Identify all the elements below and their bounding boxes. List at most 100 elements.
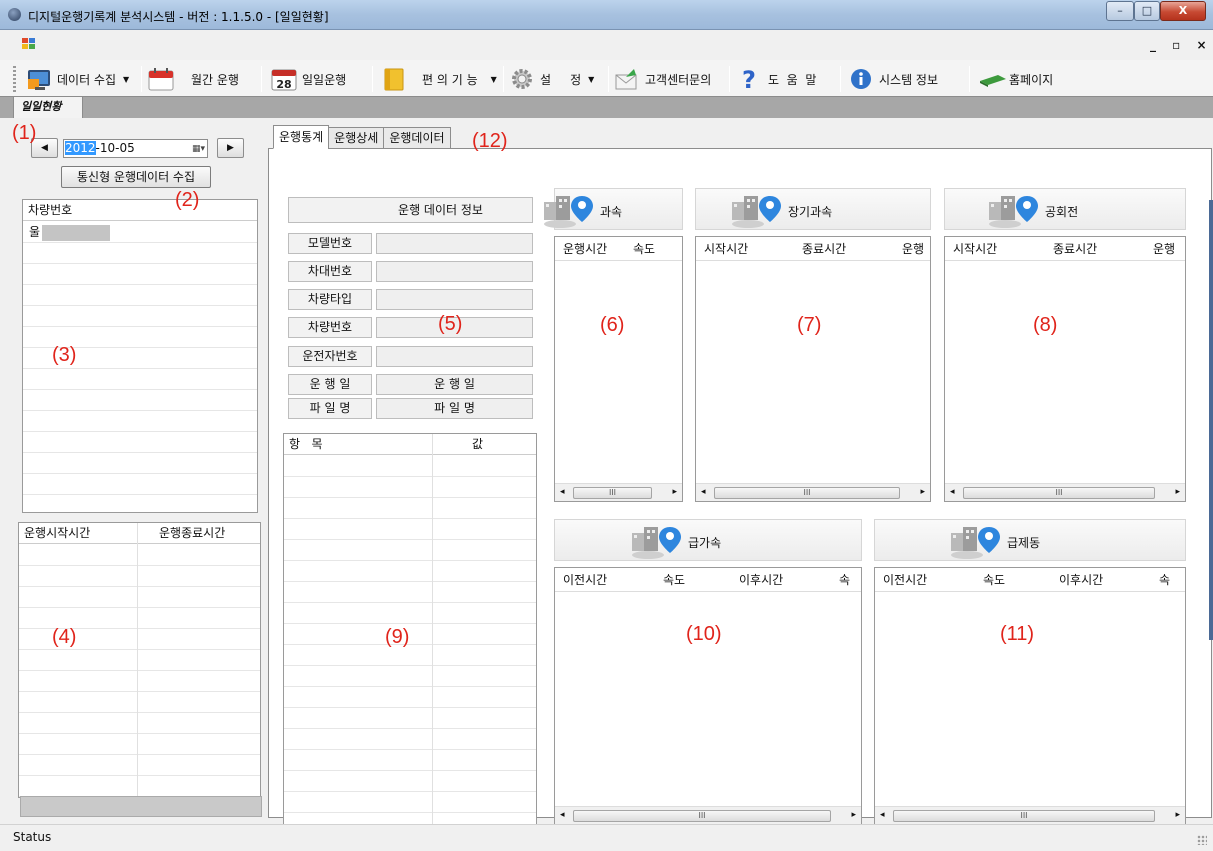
maximize-button[interactable]: □ bbox=[1134, 1, 1160, 21]
column-header[interactable]: 시작시간 bbox=[696, 237, 794, 260]
daily-driving-button[interactable]: 28 일일운행 bbox=[271, 66, 346, 92]
resize-grip[interactable] bbox=[1197, 835, 1207, 845]
event-grid[interactable]: 시작시간 종료시간 운행 ◂ III ▸ bbox=[944, 236, 1186, 502]
date-picker[interactable]: 2012-10-05 ▦▾ bbox=[63, 139, 208, 158]
content-panel: 운행 데이터 정보 모델번호 차대번호 차량타입 차량번호 운전자번호 운 행 일운 행 … bbox=[268, 124, 1212, 841]
grid-rows bbox=[23, 222, 257, 512]
scroll-left-icon[interactable]: ◂ bbox=[880, 810, 885, 820]
horizontal-scrollbar[interactable]: ◂ III ▸ bbox=[555, 806, 861, 824]
column-header[interactable]: 속도 bbox=[655, 568, 731, 591]
event-grid[interactable]: 이전시간 속도 이후시간 속 ◂ III ▸ bbox=[554, 567, 862, 825]
driving-time-list[interactable]: 운행시작시간 운행종료시간 bbox=[18, 522, 261, 798]
column-header[interactable]: 시작시간 bbox=[945, 237, 1045, 260]
tab-driving-detail[interactable]: 운행상세 bbox=[328, 127, 385, 149]
horizontal-scrollbar[interactable]: ◂ III ▸ bbox=[945, 483, 1185, 501]
scroll-thumb[interactable]: III bbox=[573, 810, 831, 822]
horizontal-scrollbar[interactable]: ◂ III ▸ bbox=[555, 483, 682, 501]
annotation-label: (9) bbox=[385, 626, 410, 648]
scroll-left-icon[interactable]: ◂ bbox=[950, 487, 955, 497]
tab-daily-status[interactable]: 일일현황 bbox=[13, 96, 83, 118]
scroll-left-icon[interactable]: ◂ bbox=[701, 487, 706, 497]
column-header[interactable]: 이후시간 bbox=[731, 568, 831, 591]
settings-button[interactable]: 설 정 ▼ bbox=[509, 66, 594, 92]
monthly-driving-button[interactable]: 월간 운행 bbox=[148, 66, 239, 92]
scroll-right-icon[interactable]: ▸ bbox=[672, 487, 677, 497]
folder-icon bbox=[381, 67, 407, 91]
scroll-right-icon[interactable]: ▸ bbox=[1175, 487, 1180, 497]
help-icon: ? bbox=[737, 66, 763, 94]
column-header[interactable]: 이전시간 bbox=[875, 568, 975, 591]
event-grid[interactable]: 이전시간 속도 이후시간 속 ◂ III ▸ bbox=[874, 567, 1186, 825]
column-header[interactable]: 운행 bbox=[894, 237, 930, 260]
homepage-button[interactable]: 홈페이지 bbox=[978, 66, 1053, 92]
column-header[interactable]: 운행종료시간 bbox=[137, 523, 225, 543]
column-header[interactable]: 속 bbox=[831, 568, 861, 591]
next-date-button[interactable]: ▶ bbox=[217, 138, 244, 158]
column-header[interactable]: 항 목 bbox=[284, 434, 432, 454]
event-title: 급제동 bbox=[1007, 536, 1041, 550]
grid-rows bbox=[284, 456, 536, 840]
annotation-label: (6) bbox=[600, 314, 625, 336]
toolbar-separator bbox=[503, 66, 504, 92]
calendar-dropdown-icon[interactable]: ▦▾ bbox=[192, 141, 205, 158]
horizontal-scrollbar[interactable]: ◂ III ▸ bbox=[875, 806, 1185, 824]
column-header[interactable]: 운행시작시간 bbox=[19, 523, 137, 543]
scroll-right-icon[interactable]: ▸ bbox=[920, 487, 925, 497]
help-button[interactable]: ? 도 움 말 bbox=[737, 66, 816, 94]
calendar-day-text: 28 bbox=[276, 78, 291, 91]
date-year-selection: 2012 bbox=[65, 141, 96, 155]
system-info-label: 시스템 정보 bbox=[879, 72, 939, 87]
close-button[interactable]: X bbox=[1160, 1, 1206, 21]
customer-center-button[interactable]: 고객센터문의 bbox=[614, 66, 711, 92]
data-collect-button[interactable]: 데이터 수집 ▼ bbox=[26, 66, 129, 92]
item-value-grid[interactable]: 항 목 값 bbox=[283, 433, 537, 841]
column-header[interactable]: 운행시간 bbox=[555, 237, 625, 260]
event-box: 급제동이전시간 속도 이후시간 속 ◂ III ▸ bbox=[874, 519, 1186, 825]
column-header[interactable]: 종료시간 bbox=[794, 237, 894, 260]
scroll-left-icon[interactable]: ◂ bbox=[560, 810, 565, 820]
system-info-button[interactable]: 시스템 정보 bbox=[848, 66, 938, 92]
column-header[interactable]: 속 bbox=[1151, 568, 1185, 591]
gear-icon bbox=[509, 67, 535, 91]
column-header[interactable]: 차량번호 bbox=[23, 200, 72, 220]
horizontal-scrollbar[interactable]: ◂ III ▸ bbox=[696, 483, 930, 501]
tab-bar: 운행통계 운행상세 운행데이터 bbox=[273, 125, 451, 149]
column-header[interactable]: 운행 bbox=[1145, 237, 1185, 260]
scroll-thumb[interactable]: III bbox=[893, 810, 1155, 822]
left-panel: ◀ 2012-10-05 ▦▾ ▶ 통신형 운행데이터 수집 차량번호 울 운행시… bbox=[14, 128, 264, 820]
toolbar-grip[interactable] bbox=[13, 66, 16, 92]
column-header[interactable]: 값 bbox=[432, 434, 483, 454]
field-value: 파 일 명 bbox=[376, 398, 533, 419]
settings-label: 설 정 bbox=[540, 72, 582, 87]
scroll-right-icon[interactable]: ▸ bbox=[1175, 810, 1180, 820]
tab-driving-stats[interactable]: 운행통계 bbox=[273, 125, 330, 149]
telematics-collect-button[interactable]: 통신형 운행데이터 수집 bbox=[61, 166, 211, 188]
horizontal-scrollbar[interactable] bbox=[20, 796, 262, 817]
location-building-icon bbox=[983, 192, 1045, 233]
column-header[interactable]: 이전시간 bbox=[555, 568, 655, 591]
scroll-thumb[interactable]: III bbox=[963, 487, 1155, 499]
daily-driving-label: 일일운행 bbox=[302, 72, 347, 87]
column-header[interactable]: 속도 bbox=[625, 237, 681, 260]
column-header[interactable]: 이후시간 bbox=[1051, 568, 1151, 591]
column-header[interactable]: 종료시간 bbox=[1045, 237, 1145, 260]
mdi-window-controls[interactable]: _ ▫ × bbox=[1150, 38, 1213, 52]
homepage-icon bbox=[978, 67, 1006, 91]
column-header[interactable]: 속도 bbox=[975, 568, 1051, 591]
title-bar[interactable]: 디지털운행기록계 분석시스템 - 버전 : 1.1.5.0 - [일일현황] –… bbox=[0, 0, 1213, 30]
scroll-left-icon[interactable]: ◂ bbox=[560, 487, 565, 497]
scroll-thumb[interactable]: III bbox=[573, 487, 652, 499]
convenience-button[interactable]: 편 의 기 능 ▼ bbox=[381, 66, 497, 92]
event-box: 공회전 시작시간 종료시간 운행 ◂ III ▸ bbox=[944, 188, 1186, 502]
table-row[interactable]: 울 bbox=[23, 222, 257, 242]
minimize-button[interactable]: – bbox=[1106, 1, 1134, 21]
event-grid[interactable]: 운행시간 속도 ◂ III ▸ bbox=[554, 236, 683, 502]
tab-driving-data[interactable]: 운행데이터 bbox=[383, 127, 451, 149]
field-label: 차량번호 bbox=[288, 317, 372, 338]
scroll-thumb[interactable]: III bbox=[714, 487, 900, 499]
scroll-right-icon[interactable]: ▸ bbox=[851, 810, 856, 820]
event-header: 급제동 bbox=[874, 519, 1186, 561]
calendar-28-icon: 28 bbox=[271, 67, 297, 91]
mdi-child-icon[interactable] bbox=[22, 38, 35, 50]
event-grid[interactable]: 시작시간 종료시간 운행 ◂ III ▸ bbox=[695, 236, 931, 502]
